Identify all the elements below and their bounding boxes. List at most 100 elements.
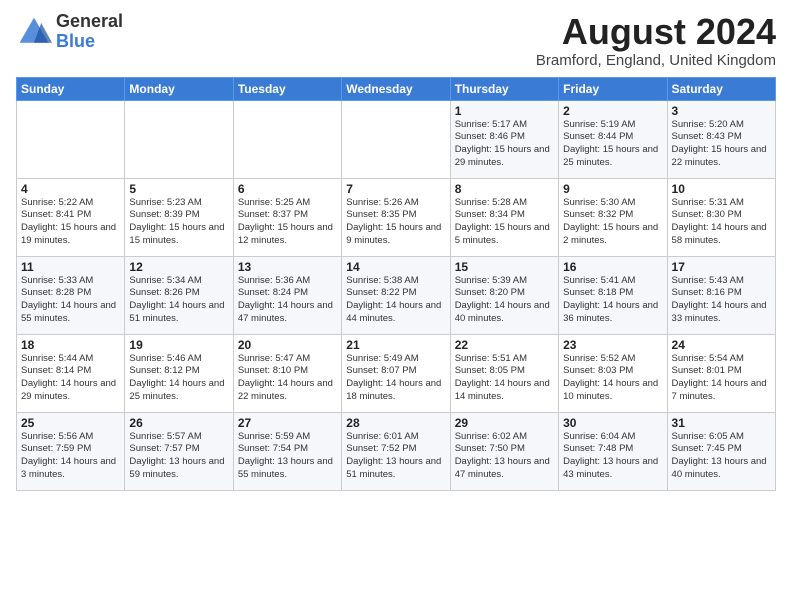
day-number: 27 [238,416,337,430]
weekday-row: SundayMondayTuesdayWednesdayThursdayFrid… [17,77,776,100]
day-info: Sunrise: 5:57 AM Sunset: 7:57 PM Dayligh… [129,431,228,482]
day-info: Sunrise: 5:41 AM Sunset: 8:18 PM Dayligh… [563,275,662,326]
day-cell: 21Sunrise: 5:49 AM Sunset: 8:07 PM Dayli… [342,334,450,412]
day-info: Sunrise: 5:26 AM Sunset: 8:35 PM Dayligh… [346,197,445,248]
day-number: 25 [21,416,120,430]
day-cell: 23Sunrise: 5:52 AM Sunset: 8:03 PM Dayli… [559,334,667,412]
day-number: 20 [238,338,337,352]
day-cell: 17Sunrise: 5:43 AM Sunset: 8:16 PM Dayli… [667,256,775,334]
day-info: Sunrise: 6:04 AM Sunset: 7:48 PM Dayligh… [563,431,662,482]
calendar-body: 1Sunrise: 5:17 AM Sunset: 8:46 PM Daylig… [17,100,776,490]
day-cell: 10Sunrise: 5:31 AM Sunset: 8:30 PM Dayli… [667,178,775,256]
day-number: 5 [129,182,228,196]
day-cell: 22Sunrise: 5:51 AM Sunset: 8:05 PM Dayli… [450,334,558,412]
day-info: Sunrise: 5:22 AM Sunset: 8:41 PM Dayligh… [21,197,120,248]
day-number: 10 [672,182,771,196]
weekday-header-monday: Monday [125,77,233,100]
day-number: 8 [455,182,554,196]
day-number: 31 [672,416,771,430]
calendar-table: SundayMondayTuesdayWednesdayThursdayFrid… [16,77,776,491]
week-row-3: 11Sunrise: 5:33 AM Sunset: 8:28 PM Dayli… [17,256,776,334]
day-cell: 14Sunrise: 5:38 AM Sunset: 8:22 PM Dayli… [342,256,450,334]
day-info: Sunrise: 5:30 AM Sunset: 8:32 PM Dayligh… [563,197,662,248]
day-info: Sunrise: 5:39 AM Sunset: 8:20 PM Dayligh… [455,275,554,326]
day-number: 17 [672,260,771,274]
day-number: 1 [455,104,554,118]
weekday-header-tuesday: Tuesday [233,77,341,100]
day-cell: 24Sunrise: 5:54 AM Sunset: 8:01 PM Dayli… [667,334,775,412]
day-number: 13 [238,260,337,274]
day-cell: 16Sunrise: 5:41 AM Sunset: 8:18 PM Dayli… [559,256,667,334]
day-cell: 31Sunrise: 6:05 AM Sunset: 7:45 PM Dayli… [667,412,775,490]
week-row-4: 18Sunrise: 5:44 AM Sunset: 8:14 PM Dayli… [17,334,776,412]
day-cell: 13Sunrise: 5:36 AM Sunset: 8:24 PM Dayli… [233,256,341,334]
day-number: 28 [346,416,445,430]
day-cell: 19Sunrise: 5:46 AM Sunset: 8:12 PM Dayli… [125,334,233,412]
day-cell [233,100,341,178]
month-year: August 2024 [536,12,776,52]
day-number: 22 [455,338,554,352]
day-info: Sunrise: 5:49 AM Sunset: 8:07 PM Dayligh… [346,353,445,404]
day-cell: 25Sunrise: 5:56 AM Sunset: 7:59 PM Dayli… [17,412,125,490]
logo: General Blue [16,12,123,52]
day-cell: 30Sunrise: 6:04 AM Sunset: 7:48 PM Dayli… [559,412,667,490]
day-cell: 28Sunrise: 6:01 AM Sunset: 7:52 PM Dayli… [342,412,450,490]
day-cell: 1Sunrise: 5:17 AM Sunset: 8:46 PM Daylig… [450,100,558,178]
day-cell: 2Sunrise: 5:19 AM Sunset: 8:44 PM Daylig… [559,100,667,178]
day-cell: 4Sunrise: 5:22 AM Sunset: 8:41 PM Daylig… [17,178,125,256]
day-number: 19 [129,338,228,352]
logo-general: General [56,12,123,32]
weekday-header-saturday: Saturday [667,77,775,100]
day-number: 18 [21,338,120,352]
day-info: Sunrise: 6:05 AM Sunset: 7:45 PM Dayligh… [672,431,771,482]
day-info: Sunrise: 5:38 AM Sunset: 8:22 PM Dayligh… [346,275,445,326]
logo-icon [16,14,52,50]
day-info: Sunrise: 5:44 AM Sunset: 8:14 PM Dayligh… [21,353,120,404]
day-cell: 20Sunrise: 5:47 AM Sunset: 8:10 PM Dayli… [233,334,341,412]
day-cell [17,100,125,178]
day-info: Sunrise: 5:54 AM Sunset: 8:01 PM Dayligh… [672,353,771,404]
day-cell [342,100,450,178]
day-number: 9 [563,182,662,196]
day-info: Sunrise: 5:43 AM Sunset: 8:16 PM Dayligh… [672,275,771,326]
day-info: Sunrise: 5:52 AM Sunset: 8:03 PM Dayligh… [563,353,662,404]
day-number: 24 [672,338,771,352]
day-info: Sunrise: 5:34 AM Sunset: 8:26 PM Dayligh… [129,275,228,326]
day-number: 21 [346,338,445,352]
day-info: Sunrise: 5:23 AM Sunset: 8:39 PM Dayligh… [129,197,228,248]
day-cell: 18Sunrise: 5:44 AM Sunset: 8:14 PM Dayli… [17,334,125,412]
week-row-2: 4Sunrise: 5:22 AM Sunset: 8:41 PM Daylig… [17,178,776,256]
day-cell: 5Sunrise: 5:23 AM Sunset: 8:39 PM Daylig… [125,178,233,256]
logo-text: General Blue [56,12,123,52]
weekday-header-thursday: Thursday [450,77,558,100]
day-number: 6 [238,182,337,196]
day-number: 12 [129,260,228,274]
day-info: Sunrise: 5:25 AM Sunset: 8:37 PM Dayligh… [238,197,337,248]
day-info: Sunrise: 5:19 AM Sunset: 8:44 PM Dayligh… [563,119,662,170]
day-number: 11 [21,260,120,274]
day-info: Sunrise: 5:31 AM Sunset: 8:30 PM Dayligh… [672,197,771,248]
day-number: 23 [563,338,662,352]
day-number: 4 [21,182,120,196]
day-cell: 9Sunrise: 5:30 AM Sunset: 8:32 PM Daylig… [559,178,667,256]
day-cell [125,100,233,178]
weekday-header-sunday: Sunday [17,77,125,100]
day-cell: 26Sunrise: 5:57 AM Sunset: 7:57 PM Dayli… [125,412,233,490]
day-info: Sunrise: 5:33 AM Sunset: 8:28 PM Dayligh… [21,275,120,326]
page-container: General Blue August 2024 Bramford, Engla… [0,0,792,499]
day-info: Sunrise: 5:20 AM Sunset: 8:43 PM Dayligh… [672,119,771,170]
day-info: Sunrise: 6:01 AM Sunset: 7:52 PM Dayligh… [346,431,445,482]
day-cell: 15Sunrise: 5:39 AM Sunset: 8:20 PM Dayli… [450,256,558,334]
day-number: 15 [455,260,554,274]
day-cell: 7Sunrise: 5:26 AM Sunset: 8:35 PM Daylig… [342,178,450,256]
calendar-header: SundayMondayTuesdayWednesdayThursdayFrid… [17,77,776,100]
location: Bramford, England, United Kingdom [536,52,776,69]
day-number: 3 [672,104,771,118]
week-row-1: 1Sunrise: 5:17 AM Sunset: 8:46 PM Daylig… [17,100,776,178]
day-info: Sunrise: 5:47 AM Sunset: 8:10 PM Dayligh… [238,353,337,404]
weekday-header-friday: Friday [559,77,667,100]
day-number: 14 [346,260,445,274]
logo-blue: Blue [56,32,123,52]
day-cell: 12Sunrise: 5:34 AM Sunset: 8:26 PM Dayli… [125,256,233,334]
day-info: Sunrise: 6:02 AM Sunset: 7:50 PM Dayligh… [455,431,554,482]
